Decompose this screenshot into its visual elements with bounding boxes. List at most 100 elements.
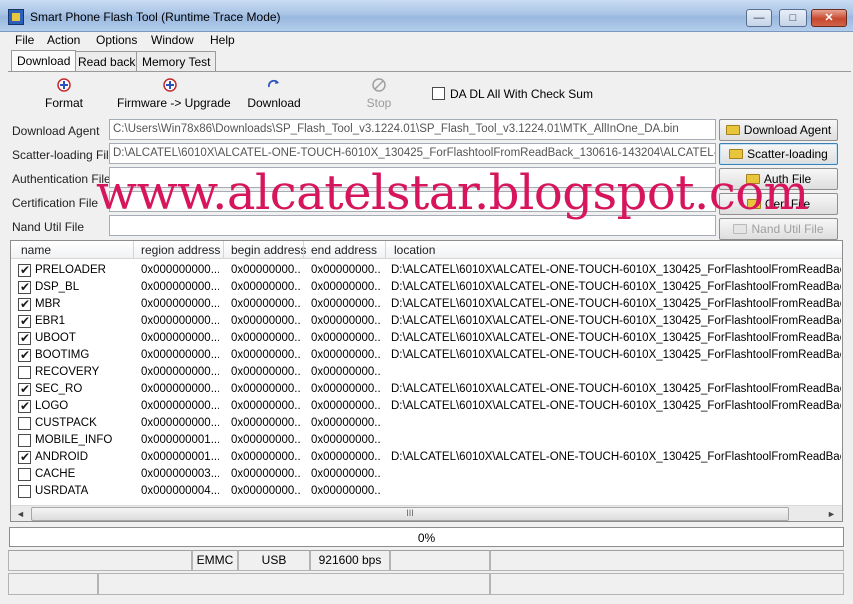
partition-end: 0x00000000... xyxy=(311,417,381,429)
status2-cell-1 xyxy=(8,573,98,595)
table-row[interactable]: MOBILE_INFO 0x000000001... 0x00000000... 0x… xyxy=(11,432,842,449)
checksum-label: DA DL All With Check Sum xyxy=(450,87,593,101)
partition-end: 0x00000000... xyxy=(311,315,381,327)
table-row[interactable]: CUSTPACK 0x000000000... 0x00000000... 0x000… xyxy=(11,415,842,432)
table-row[interactable]: LOGO 0x000000000... 0x00000000... 0x0000000… xyxy=(11,398,842,415)
maximize-icon[interactable]: □ xyxy=(779,9,807,27)
column-end-address[interactable]: end address xyxy=(311,243,377,257)
partition-checkbox[interactable] xyxy=(18,382,31,396)
table-row[interactable]: USRDATA 0x000000004... 0x00000000... 0x0000… xyxy=(11,483,842,500)
table-row[interactable]: ANDROID 0x000000001... 0x00000000... 0x0000… xyxy=(11,449,842,466)
partition-name: EBR1 xyxy=(35,315,66,327)
status-connection: USB xyxy=(238,550,310,571)
partition-end: 0x00000000... xyxy=(311,400,381,412)
table-row[interactable]: RECOVERY 0x000000000... 0x00000000... 0x000… xyxy=(11,364,842,381)
table-row[interactable]: PRELOADER 0x000000000... 0x00000000... 0x00… xyxy=(11,262,842,279)
format-label: Format xyxy=(44,96,83,110)
partition-begin: 0x00000000... xyxy=(231,485,301,497)
partition-checkbox[interactable] xyxy=(18,348,31,362)
tab-memory-test[interactable]: Memory Test xyxy=(136,51,217,71)
partition-checkbox[interactable] xyxy=(18,417,31,430)
partition-region: 0x000000001... xyxy=(141,434,219,446)
table-row[interactable]: CACHE 0x000000003... 0x00000000... 0x000000… xyxy=(11,466,842,483)
column-begin-address[interactable]: begin address xyxy=(231,243,306,257)
download-agent-label: Download Agent xyxy=(12,124,100,138)
partition-begin: 0x00000000... xyxy=(231,400,301,412)
partition-end: 0x00000000... xyxy=(311,366,381,378)
partition-begin: 0x00000000... xyxy=(231,366,301,378)
partition-checkbox[interactable] xyxy=(18,485,31,498)
partition-checkbox[interactable] xyxy=(18,468,31,481)
partition-location: D:\ALCATEL\6010X\ALCATEL-ONE-TOUCH-6010X… xyxy=(391,281,841,293)
menu-options[interactable]: Options xyxy=(96,33,137,47)
partition-checkbox[interactable] xyxy=(18,280,31,294)
partition-region: 0x000000000... xyxy=(141,366,219,378)
table-row[interactable]: BOOTIMG 0x000000000... 0x00000000... 0x0000… xyxy=(11,347,842,364)
scroll-left-icon[interactable]: ◄ xyxy=(12,506,29,521)
partition-name: RECOVERY xyxy=(35,366,100,378)
partition-begin: 0x00000000... xyxy=(231,417,301,429)
partition-checkbox[interactable] xyxy=(18,297,31,311)
table-row[interactable]: EBR1 0x000000000... 0x00000000... 0x0000000… xyxy=(11,313,842,330)
stop-button[interactable]: Stop xyxy=(362,78,396,110)
partition-begin: 0x00000000... xyxy=(231,468,301,480)
partition-checkbox[interactable] xyxy=(18,434,31,447)
download-button[interactable]: Download xyxy=(247,78,301,110)
partition-checkbox[interactable] xyxy=(18,399,31,413)
partition-name: USRDATA xyxy=(35,485,89,497)
partition-region: 0x000000000... xyxy=(141,417,219,429)
partition-checkbox[interactable] xyxy=(18,366,31,379)
horizontal-scrollbar[interactable]: ◄ III ► xyxy=(11,505,842,521)
download-agent-field[interactable]: C:\Users\Win78x86\Downloads\SP_Flash_Too… xyxy=(109,119,716,140)
partition-begin: 0x00000000... xyxy=(231,349,301,361)
partition-checkbox[interactable] xyxy=(18,314,31,328)
status2-cell-3 xyxy=(490,573,844,595)
table-row[interactable]: MBR 0x000000000... 0x00000000... 0x00000000… xyxy=(11,296,842,313)
partition-checkbox[interactable] xyxy=(18,263,31,277)
download-arrow-icon xyxy=(267,79,279,88)
menu-window[interactable]: Window xyxy=(151,33,194,47)
checksum-checkbox[interactable] xyxy=(432,87,445,100)
partition-location: D:\ALCATEL\6010X\ALCATEL-ONE-TOUCH-6010X… xyxy=(391,383,841,395)
certification-label: Certification File xyxy=(12,196,99,210)
partition-location: D:\ALCATEL\6010X\ALCATEL-ONE-TOUCH-6010X… xyxy=(391,451,841,463)
tab-download[interactable]: Download xyxy=(11,50,77,71)
column-name[interactable]: name xyxy=(21,243,51,257)
partition-checkbox[interactable] xyxy=(18,450,31,464)
app-icon xyxy=(8,9,24,25)
menu-help[interactable]: Help xyxy=(210,33,235,47)
partition-end: 0x00000000... xyxy=(311,485,381,497)
table-row[interactable]: SEC_RO 0x000000000... 0x00000000... 0x00000… xyxy=(11,381,842,398)
scatter-loading-field[interactable]: D:\ALCATEL\6010X\ALCATEL-ONE-TOUCH-6010X… xyxy=(109,143,716,164)
partition-begin: 0x00000000... xyxy=(231,434,301,446)
menu-file[interactable]: File xyxy=(15,33,34,47)
table-row[interactable]: UBOOT 0x000000000... 0x00000000... 0x000000… xyxy=(11,330,842,347)
nand-util-button[interactable]: Nand Util File xyxy=(719,218,838,240)
column-location[interactable]: location xyxy=(394,243,435,257)
firmware-upgrade-button[interactable]: Firmware -> Upgrade xyxy=(117,78,231,110)
status-cell-6 xyxy=(490,550,844,571)
partition-name: BOOTIMG xyxy=(35,349,90,361)
close-icon[interactable]: ✕ xyxy=(811,9,847,27)
menu-action[interactable]: Action xyxy=(47,33,80,47)
partition-region: 0x000000000... xyxy=(141,332,219,344)
partition-location: D:\ALCATEL\6010X\ALCATEL-ONE-TOUCH-6010X… xyxy=(391,332,841,344)
download-agent-button[interactable]: Download Agent xyxy=(719,119,838,141)
scrollbar-thumb[interactable]: III xyxy=(31,507,789,521)
partition-end: 0x00000000... xyxy=(311,264,381,276)
partition-checkbox[interactable] xyxy=(18,331,31,345)
table-row[interactable]: DSP_BL 0x000000000... 0x00000000... 0x00000… xyxy=(11,279,842,296)
scroll-right-icon[interactable]: ► xyxy=(823,506,840,521)
scatter-loading-button[interactable]: Scatter-loading xyxy=(719,143,838,165)
minimize-icon[interactable]: — xyxy=(746,9,772,27)
partition-begin: 0x00000000... xyxy=(231,332,301,344)
folder-icon xyxy=(733,224,748,234)
partition-table: name region address begin address end ad… xyxy=(10,240,843,522)
tab-read-back[interactable]: Read back xyxy=(72,51,142,71)
format-button[interactable]: Format xyxy=(42,78,86,110)
partition-name: PRELOADER xyxy=(35,264,106,276)
nand-util-label: Nand Util File xyxy=(12,220,85,234)
partition-begin: 0x00000000... xyxy=(231,264,301,276)
column-region-address[interactable]: region address xyxy=(141,243,220,257)
partition-name: DSP_BL xyxy=(35,281,80,293)
